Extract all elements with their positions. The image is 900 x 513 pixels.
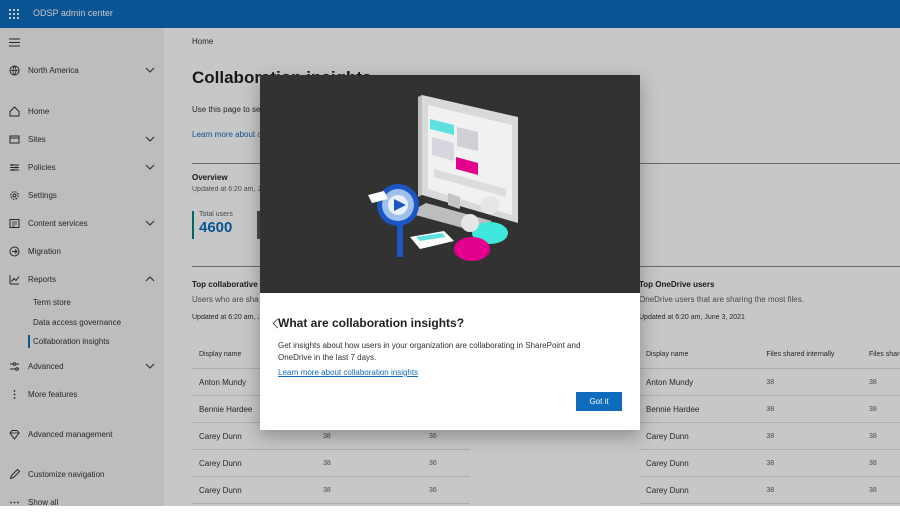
- dialog-body: Get insights about how users in your org…: [278, 341, 581, 362]
- dialog-title: What are collaboration insights?: [278, 316, 465, 330]
- got-it-button[interactable]: Got it: [576, 392, 622, 411]
- collaboration-insights-dialog: What are collaboration insights? Get ins…: [260, 75, 640, 430]
- dialog-learn-more-link[interactable]: Learn more about collaboration insights: [278, 368, 418, 377]
- hero-illustration: [260, 75, 640, 293]
